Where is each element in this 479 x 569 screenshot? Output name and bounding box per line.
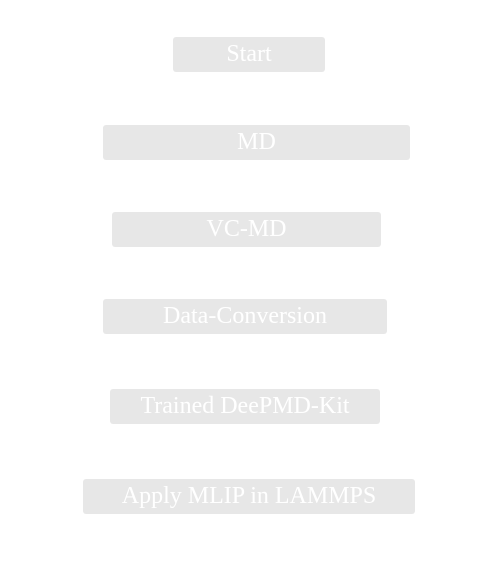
step-trained-deepmd-kit: Trained DeePMD-Kit (110, 389, 380, 424)
step-start: Start (173, 37, 325, 72)
step-vc-md: VC-MD (112, 212, 381, 247)
step-data-conversion: Data-Conversion (103, 299, 387, 334)
step-apply-mlip-lammps: Apply MLIP in LAMMPS (83, 479, 415, 514)
step-md: MD (103, 125, 410, 160)
